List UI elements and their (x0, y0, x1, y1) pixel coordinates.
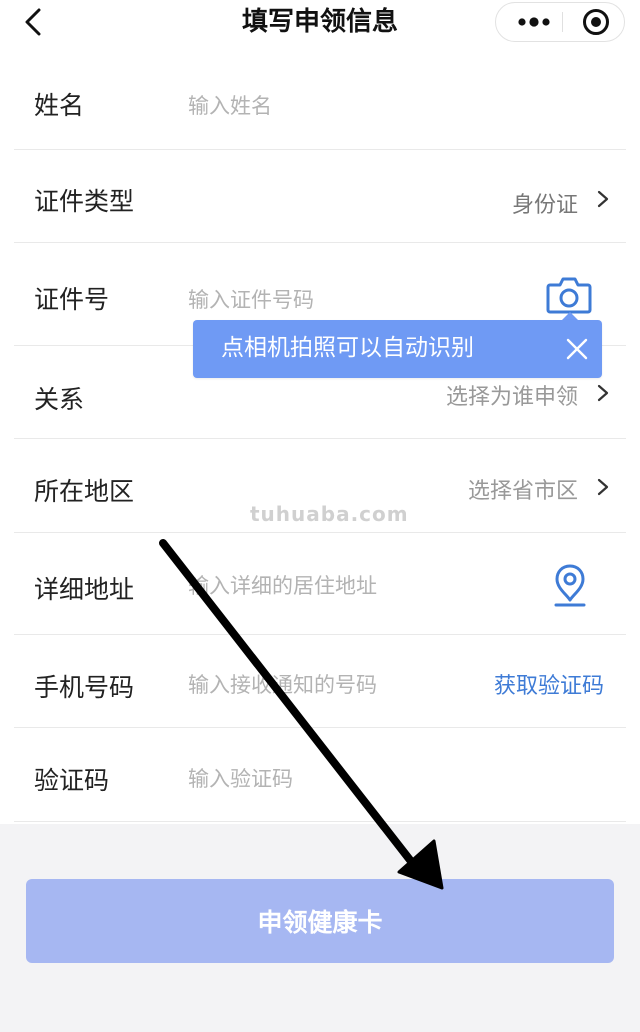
address-label: 详细地址 (34, 575, 135, 604)
application-form: 姓名 输入姓名 证件类型 身份证 证件号 输入证件号码 关系 选择为谁申领 所在… (0, 44, 640, 824)
camera-icon[interactable] (546, 276, 592, 314)
nav-bar: 填写申领信息 (0, 0, 640, 44)
phone-input[interactable]: 输入接收通知的号码 (188, 669, 377, 699)
id-type-row[interactable]: 证件类型 身份证 (14, 149, 626, 243)
camera-hint-tooltip: 点相机拍照可以自动识别 (193, 320, 602, 378)
name-row: 姓名 输入姓名 (14, 44, 626, 150)
chevron-right-icon (597, 190, 609, 208)
code-label: 验证码 (34, 766, 110, 795)
target-circle-icon (583, 9, 609, 35)
id-number-input[interactable]: 输入证件号码 (188, 284, 314, 314)
more-dots-icon (518, 17, 550, 27)
close-icon[interactable] (564, 336, 590, 362)
address-input[interactable]: 输入详细的居住地址 (188, 570, 377, 600)
relation-value[interactable]: 选择为谁申领 (446, 379, 578, 411)
phone-label: 手机号码 (34, 673, 135, 702)
id-type-label: 证件类型 (34, 187, 135, 216)
get-code-button[interactable]: 获取验证码 (494, 668, 604, 700)
more-button[interactable] (508, 3, 560, 41)
page: 填写申领信息 姓名 输入姓名 证件类型 身份证 证件号 输入证件号码 关系 选择… (0, 0, 640, 1032)
capsule-divider (562, 12, 563, 32)
chevron-right-icon (597, 384, 609, 402)
region-value[interactable]: 选择省市区 (468, 473, 578, 505)
apply-button-label: 申领健康卡 (257, 908, 383, 937)
apply-health-card-button[interactable]: 申领健康卡 (26, 879, 614, 963)
relation-label: 关系 (34, 385, 85, 414)
watermark: tuhuaba.com (250, 502, 409, 526)
chevron-right-icon (597, 478, 609, 496)
id-type-value[interactable]: 身份证 (512, 187, 578, 219)
region-label: 所在地区 (34, 477, 135, 506)
mini-program-capsule (495, 2, 625, 42)
id-number-label: 证件号 (34, 285, 110, 314)
location-pin-icon[interactable] (552, 562, 588, 608)
phone-row: 手机号码 输入接收通知的号码 获取验证码 (14, 634, 626, 728)
exit-mini-program-button[interactable] (576, 3, 616, 41)
name-label: 姓名 (34, 91, 85, 120)
code-input[interactable]: 输入验证码 (188, 763, 293, 793)
address-row: 详细地址 输入详细的居住地址 (14, 532, 626, 635)
tooltip-text: 点相机拍照可以自动识别 (221, 335, 474, 361)
code-row: 验证码 输入验证码 (14, 727, 626, 822)
name-input[interactable]: 输入姓名 (188, 90, 272, 120)
